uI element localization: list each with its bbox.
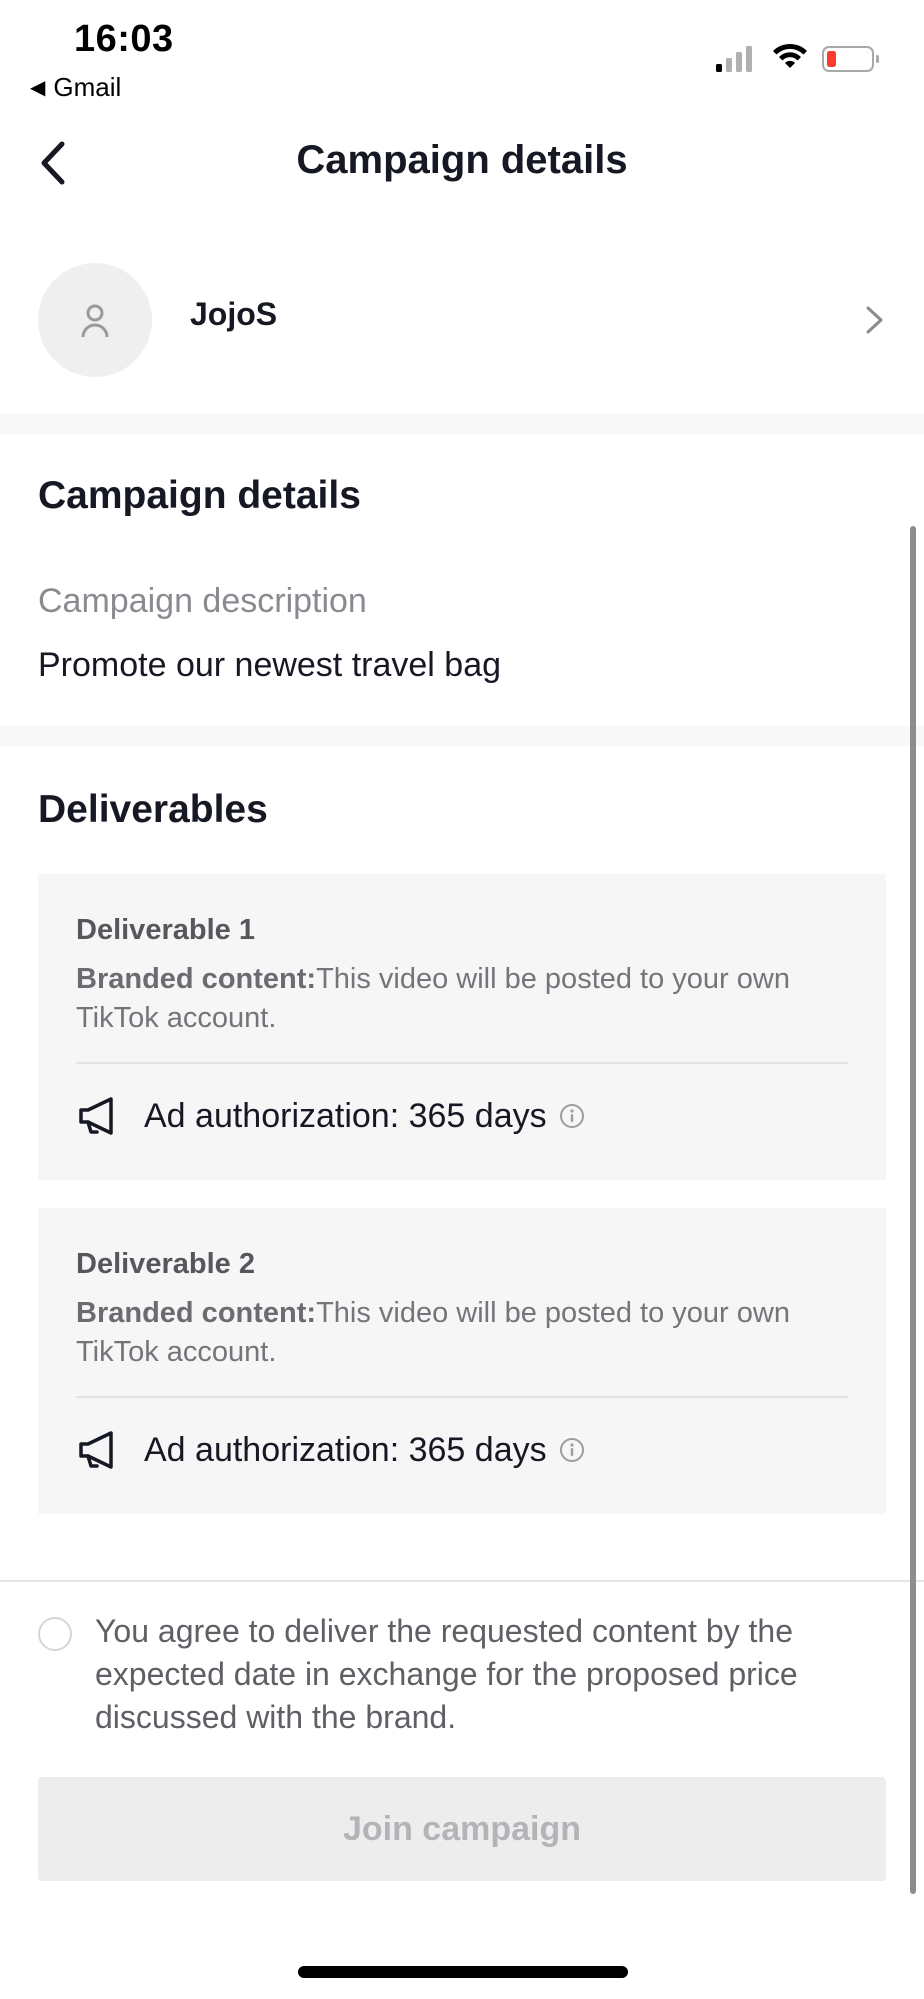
battery-icon xyxy=(822,46,879,72)
back-app-label: Gmail xyxy=(53,72,122,102)
megaphone-icon xyxy=(79,1431,113,1469)
deliverables-heading: Deliverables xyxy=(38,788,268,831)
page-title: Campaign details xyxy=(296,138,628,182)
megaphone-icon xyxy=(79,1097,113,1135)
user-placeholder-icon xyxy=(81,304,109,338)
campaign-description: Promote our newest travel bag xyxy=(38,646,502,684)
chevron-right-icon[interactable] xyxy=(864,304,886,336)
scrollbar[interactable] xyxy=(910,526,916,1894)
back-triangle-icon: ◀ xyxy=(30,77,46,99)
deliverable-description: Branded content:This video will be poste… xyxy=(76,1294,856,1372)
deliverable-title: Deliverable 2 xyxy=(76,1248,255,1280)
creator-name[interactable]: JojoS xyxy=(190,296,277,333)
deliverable-card: Deliverable 2 Branded content:This video… xyxy=(38,1208,886,1514)
ad-authorization-row: Ad authorization: 365 days xyxy=(76,1428,585,1472)
cellular-signal-icon xyxy=(716,46,752,72)
wifi-icon xyxy=(773,43,807,68)
info-icon[interactable] xyxy=(559,1103,585,1129)
ad-authorization-row: Ad authorization: 365 days xyxy=(76,1094,585,1138)
ad-authorization-text: Ad authorization: 365 days xyxy=(144,1430,547,1469)
back-to-app-link[interactable]: ◀ Gmail xyxy=(30,72,121,103)
info-icon[interactable] xyxy=(559,1437,585,1463)
section-divider xyxy=(0,726,924,746)
deliverable-card: Deliverable 1 Branded content:This video… xyxy=(38,874,886,1180)
ad-authorization-text: Ad authorization: 365 days xyxy=(144,1096,547,1135)
home-indicator xyxy=(298,1966,628,1978)
campaign-details-heading: Campaign details xyxy=(38,474,361,517)
footer-divider xyxy=(0,1580,924,1582)
card-divider xyxy=(76,1396,848,1398)
status-time: 16:03 xyxy=(74,18,174,60)
campaign-description-label: Campaign description xyxy=(38,582,367,620)
deliverable-type-label: Branded content: xyxy=(76,1297,317,1329)
join-campaign-button[interactable]: Join campaign xyxy=(38,1777,886,1881)
avatar[interactable] xyxy=(38,263,152,377)
deliverable-description: Branded content:This video will be poste… xyxy=(76,960,856,1038)
deliverable-title: Deliverable 1 xyxy=(76,914,255,946)
agreement-checkbox[interactable] xyxy=(38,1617,72,1651)
section-divider xyxy=(0,414,924,434)
card-divider xyxy=(76,1062,848,1064)
agreement-text: You agree to deliver the requested conte… xyxy=(95,1613,798,1735)
deliverable-type-label: Branded content: xyxy=(76,963,317,995)
